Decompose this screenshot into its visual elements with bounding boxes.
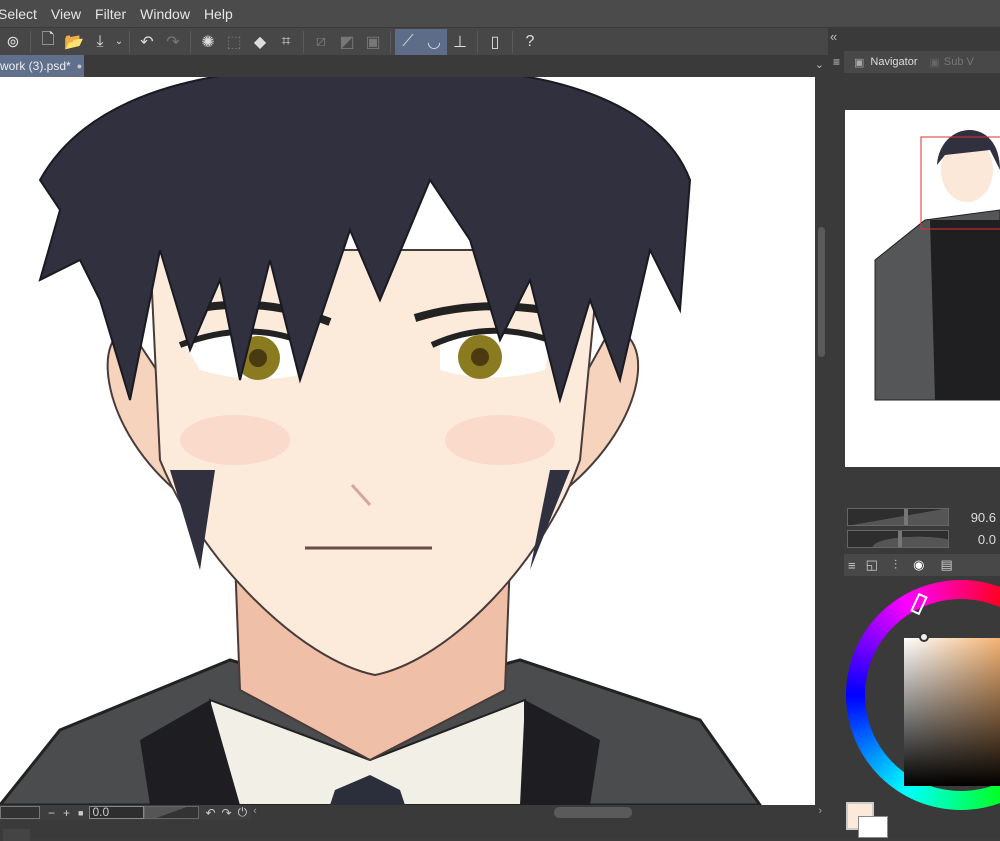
fit-icon[interactable]: ■	[78, 808, 83, 818]
tab-sub-view[interactable]: Sub V	[944, 56, 974, 68]
transform-icon[interactable]: ⌗	[273, 29, 299, 55]
document-tab[interactable]: work (3).psd* ●	[0, 55, 84, 77]
deselect-icon[interactable]: ✺	[195, 29, 221, 55]
undo-icon[interactable]: ↶	[134, 29, 160, 55]
status-bar: − + ■ 0.0 ↶ ↷ ⏻ ‹ ›	[0, 805, 828, 820]
save-icon[interactable]: ⤓	[87, 29, 113, 55]
select-outside-icon[interactable]: ⬚	[221, 29, 247, 55]
color-wheel[interactable]	[846, 580, 1000, 840]
color-history-icon[interactable]: ▤	[940, 557, 952, 573]
zoom-in-icon[interactable]: +	[63, 806, 70, 820]
tab-navigator[interactable]: Navigator	[870, 56, 917, 68]
sub-color-swatch[interactable]	[858, 816, 888, 838]
menu-select[interactable]: Select	[0, 6, 51, 22]
saturation-value-square[interactable]	[904, 638, 1000, 786]
panel-menu-icon[interactable]: ≡	[848, 558, 856, 573]
rotation-slider[interactable]	[144, 806, 200, 819]
zoom-value: 90.6	[970, 510, 996, 525]
command-bar: ⊚ 🗋 📂 ⤓ ⌄ ↶ ↷ ✺ ⬚ ◆ ⌗ ⧄ ◩ ▣ ⟋ ◡ ⊥ ▯ ?	[0, 27, 828, 55]
zoom-slider[interactable]	[847, 508, 949, 526]
chevron-down-icon[interactable]: ⌄	[815, 58, 824, 71]
redo-icon[interactable]: ↷	[160, 29, 186, 55]
color-picker-handle[interactable]	[919, 632, 929, 642]
rotation-angle-field[interactable]: 0.0	[89, 806, 145, 819]
rotate-slider[interactable]	[847, 530, 949, 548]
navigator-thumbnail	[874, 130, 1000, 401]
clip-studio-icon[interactable]: ⊚	[0, 29, 26, 55]
chevron-down-icon[interactable]: ⌄	[113, 29, 125, 55]
help-icon[interactable]: ?	[517, 29, 543, 55]
layout-icon[interactable]	[3, 829, 30, 841]
fill-selection-icon[interactable]: ▣	[360, 29, 386, 55]
navigator-icon: ▣	[854, 56, 865, 69]
scroll-right-icon[interactable]: ›	[818, 805, 822, 817]
fill-icon[interactable]: ◆	[247, 29, 273, 55]
clear-outside-icon[interactable]: ◩	[334, 29, 360, 55]
scroll-left-icon[interactable]: ‹	[253, 805, 257, 817]
menu-view[interactable]: View	[51, 6, 95, 22]
open-folder-icon[interactable]: 📂	[61, 29, 87, 55]
modified-dot-icon[interactable]: ●	[77, 61, 82, 71]
sub-view-icon: ▣	[929, 56, 940, 69]
right-panel: « ≡ ▣ Navigator ▣ Sub V 90.6 0.0 ≡ ◱ ⫶ ◉…	[828, 27, 1000, 838]
vertical-scroll-thumb[interactable]	[818, 227, 825, 357]
artwork	[0, 77, 762, 805]
zoom-field[interactable]	[0, 806, 40, 819]
panel-menu-icon[interactable]: ≡	[833, 55, 840, 69]
grid-snap-icon[interactable]: ⊥	[447, 29, 473, 55]
zoom-out-icon[interactable]: −	[48, 806, 55, 820]
document-tab-title: work (3).psd*	[0, 59, 71, 73]
bottom-panel	[0, 820, 828, 841]
document-tab-bar: work (3).psd* ● ⌄	[0, 55, 828, 77]
menu-filter[interactable]: Filter	[95, 6, 140, 22]
rotate-left-icon[interactable]: ↶	[205, 806, 215, 820]
color-panel-tabs: ≡ ◱ ⫶ ◉ ▤	[844, 554, 1000, 576]
horizontal-scroll-thumb[interactable]	[554, 807, 633, 818]
color-slider-icon[interactable]: ⫶	[894, 557, 897, 573]
menu-bar: Select View Filter Window Help	[0, 0, 1000, 27]
clear-icon[interactable]: ⧄	[308, 29, 334, 55]
color-set-icon[interactable]: ◱	[866, 557, 878, 573]
ruler-snap-icon[interactable]: ⟋	[395, 28, 421, 55]
navigator-tab-bar: ▣ Navigator ▣ Sub V	[844, 51, 1000, 73]
navigator-preview[interactable]	[845, 110, 1000, 467]
menu-help[interactable]: Help	[204, 6, 247, 22]
rotate-value: 0.0	[977, 532, 996, 547]
smartphone-icon[interactable]: ▯	[482, 29, 508, 55]
rotate-right-icon[interactable]: ↷	[222, 806, 232, 820]
vertical-scrollbar[interactable]	[815, 77, 828, 805]
horizontal-scrollbar[interactable]: ‹ ›	[251, 805, 828, 820]
drawing-canvas[interactable]	[0, 77, 815, 805]
collapse-panel-icon[interactable]: «	[830, 29, 837, 44]
reset-rotation-icon[interactable]: ⏻	[238, 805, 248, 820]
new-file-icon[interactable]: 🗋	[35, 29, 61, 55]
special-ruler-snap-icon[interactable]: ◡	[421, 28, 447, 55]
menu-window[interactable]: Window	[140, 6, 204, 22]
color-wheel-icon[interactable]: ◉	[913, 557, 924, 573]
